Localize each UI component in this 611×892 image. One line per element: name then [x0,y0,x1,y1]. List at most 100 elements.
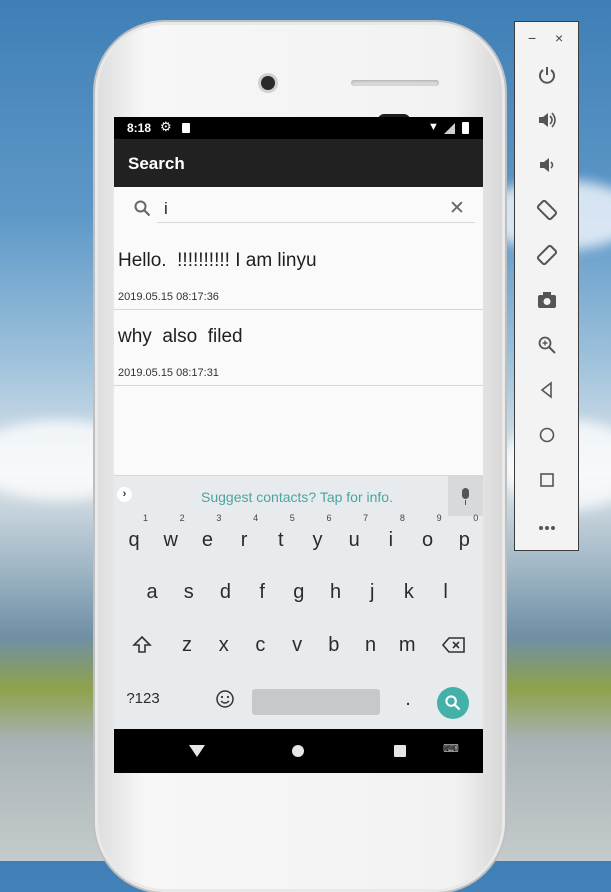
item-date: 2019.05.15 08:17:36 [118,291,219,303]
item-date: 2019.05.15 08:17:31 [118,367,219,379]
list-item[interactable]: Hello. !!!!!!!!!! I am linyu 2019.05.15 … [114,234,483,310]
key-w[interactable]: w2 [153,513,189,562]
key-number-hint: 1 [142,513,148,523]
front-camera [261,76,275,90]
rotate-right-icon[interactable] [532,240,562,270]
recents-icon[interactable] [394,745,406,757]
keyboard-row-1: q1w2e3r4t5y6u7i8o9p0 [114,513,483,570]
key-g[interactable]: g [281,570,317,614]
search-icon[interactable] [437,687,469,719]
close-button[interactable]: × [555,30,563,46]
key-letter: q [128,529,140,551]
key-a[interactable]: a [134,570,170,614]
wifi-icon: ▼ [428,121,439,133]
list-item[interactable]: why also filed 2019.05.15 08:17:31 [114,310,483,386]
key-letter: e [201,529,213,551]
keyboard: q1w2e3r4t5y6u7i8o9p0 asdfghjkl zxcvbnm ?… [114,513,483,729]
search-bar: ✕ [114,187,483,233]
key-l[interactable]: l [428,570,464,614]
key-letter: t [278,529,284,551]
key-c[interactable]: c [242,623,278,667]
space-bar[interactable] [252,689,380,715]
page-title: Search [128,154,185,173]
home-icon[interactable] [532,420,562,450]
symbols-key[interactable]: ?123 [122,677,164,721]
phone-screen: 8:18 ⚙ ▼ Search ✕ Hello. !!!!!!!!!! I am… [114,117,483,773]
zoom-icon[interactable] [532,330,562,360]
key-letter: u [348,529,360,551]
item-text: why also filed [118,326,243,347]
key-n[interactable]: n [353,623,389,667]
key-p[interactable]: p0 [446,513,482,562]
key-number-hint: 3 [216,513,222,523]
keyboard-icon[interactable]: ⌨ [443,742,459,755]
suggestion-text[interactable]: Suggest contacts? Tap for info. [114,489,480,505]
key-y[interactable]: y6 [300,513,336,562]
camera-icon[interactable] [532,285,562,315]
signal-icon [444,123,455,134]
key-number-hint: 2 [179,513,185,523]
key-letter: i [388,529,394,551]
key-t[interactable]: t5 [263,513,299,562]
overview-icon[interactable] [532,465,562,495]
keyboard-row-3: zxcvbnm [114,623,483,675]
key-number-hint: 8 [399,513,405,523]
battery-icon [462,122,469,134]
suggestion-strip: › Suggest contacts? Tap for info. [114,475,483,516]
key-letter: w [163,529,178,551]
shift-icon[interactable] [124,623,160,667]
key-letter: r [240,529,248,551]
key-d[interactable]: d [207,570,243,614]
close-icon[interactable]: ✕ [449,197,465,220]
key-b[interactable]: b [316,623,352,667]
home-icon[interactable] [292,745,304,757]
volume-down-icon[interactable] [532,150,562,180]
status-time: 8:18 [127,121,152,135]
key-number-hint: 5 [289,513,295,523]
key-i[interactable]: i8 [373,513,409,562]
earpiece-speaker [351,80,439,86]
key-k[interactable]: k [391,570,427,614]
key-number-hint: 7 [363,513,369,523]
item-text: Hello. !!!!!!!!!! I am linyu [118,250,317,271]
key-number-hint: 0 [473,513,479,523]
backspace-icon[interactable] [436,623,472,667]
key-e[interactable]: e3 [189,513,225,562]
more-icon[interactable] [532,510,562,540]
key-h[interactable]: h [318,570,354,614]
key-s[interactable]: s [171,570,207,614]
key-j[interactable]: j [354,570,390,614]
key-z[interactable]: z [169,623,205,667]
key-number-hint: 4 [253,513,259,523]
volume-up-icon[interactable] [532,105,562,135]
app-bar: Search [114,139,483,187]
key-letter: y [312,529,323,551]
emoji-icon[interactable] [207,677,243,721]
back-icon[interactable] [532,375,562,405]
key-o[interactable]: o9 [410,513,446,562]
key-letter: o [422,529,434,551]
key-q[interactable]: q1 [116,513,152,562]
keyboard-row-4: ?123 . [114,677,483,729]
key-number-hint: 6 [326,513,332,523]
key-r[interactable]: r4 [226,513,262,562]
status-bar: 8:18 ⚙ ▼ [114,117,483,139]
back-icon[interactable] [189,745,205,757]
key-f[interactable]: f [244,570,280,614]
minimize-button[interactable]: − [528,30,536,46]
key-m[interactable]: m [389,623,425,667]
key-v[interactable]: v [279,623,315,667]
results-list: Hello. !!!!!!!!!! I am linyu 2019.05.15 … [114,234,483,386]
power-icon[interactable] [532,60,562,90]
period-key[interactable]: . [390,677,426,721]
keyboard-row-2: asdfghjkl [114,570,483,622]
navigation-bar: ⌨ [114,729,483,773]
key-u[interactable]: u7 [336,513,372,562]
rotate-left-icon[interactable] [532,195,562,225]
search-input[interactable] [157,195,475,223]
emulator-toolbar: − × [514,21,579,551]
key-x[interactable]: x [206,623,242,667]
microphone-icon[interactable] [448,476,483,516]
search-icon [134,200,151,221]
gear-icon: ⚙ [160,119,172,134]
